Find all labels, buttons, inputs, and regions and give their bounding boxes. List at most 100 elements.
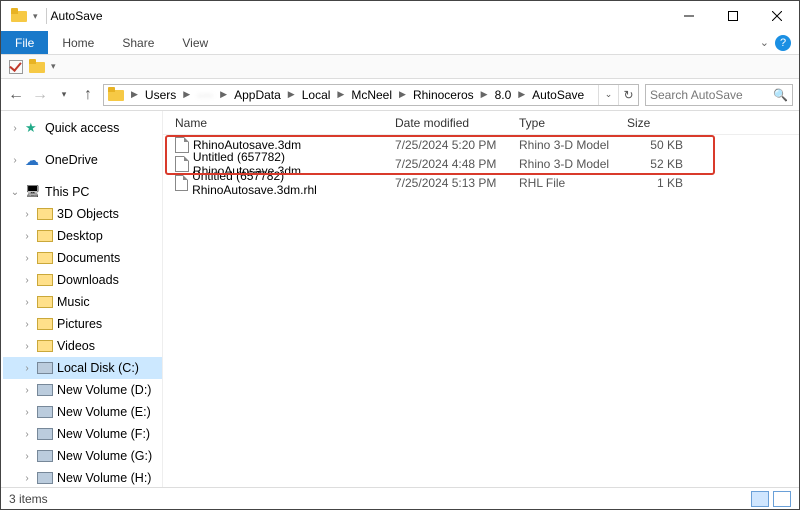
tree-item[interactable]: ›Music [3,291,162,313]
status-bar: 3 items [1,487,799,509]
chevron-right-icon[interactable]: ▶ [217,89,230,100]
file-type: Rhino 3-D Model [519,138,627,152]
tree-item[interactable]: ›3D Objects [3,203,162,225]
tree-item-local-disk[interactable]: ›Local Disk (C:) [3,357,162,379]
tree-item[interactable]: ›Downloads [3,269,162,291]
tree-label: Documents [57,251,120,265]
chevron-right-icon[interactable]: ▶ [285,89,298,100]
tree-item[interactable]: ›Documents [3,247,162,269]
file-name: Untitled (657782) RhinoAutosave.3dm.rhl [192,169,395,197]
tree-item[interactable]: ›New Volume (E:) [3,401,162,423]
tree-item[interactable]: ›New Volume (H:) [3,467,162,487]
tree-item[interactable]: ›New Volume (D:) [3,379,162,401]
folder-icon [37,316,53,332]
close-button[interactable] [755,2,799,30]
properties-checkbox-icon[interactable] [9,60,23,74]
tree-label: This PC [45,185,89,199]
folder-icon [37,206,53,222]
file-rows: RhinoAutosave.3dm 7/25/2024 5:20 PM Rhin… [163,135,799,192]
breadcrumb[interactable]: McNeel [347,88,396,102]
up-button[interactable]: ↑ [79,86,97,104]
file-list: Name Date modified Type Size RhinoAutosa… [163,111,799,487]
disk-icon [37,448,53,464]
file-icon [175,175,188,191]
new-folder-icon[interactable] [29,59,45,75]
breadcrumb[interactable]: Users [141,88,180,102]
tree-item[interactable]: ›Desktop [3,225,162,247]
file-size: 52 KB [627,157,683,171]
tree-this-pc[interactable]: ⌄This PC [3,181,162,203]
minimize-button[interactable] [667,2,711,30]
file-date: 7/25/2024 5:13 PM [395,176,519,190]
folder-icon [37,294,53,310]
chevron-right-icon[interactable]: ▶ [334,89,347,100]
chevron-right-icon[interactable]: ▶ [396,89,409,100]
back-button[interactable]: ← [7,86,25,104]
search-input[interactable]: Search AutoSave 🔍 [645,84,793,106]
search-icon: 🔍 [773,88,788,102]
tree-label: New Volume (E:) [57,405,151,419]
details-view-icon[interactable] [751,491,769,507]
breadcrumb[interactable]: AppData [230,88,285,102]
tree-label: Quick access [45,121,119,135]
breadcrumb[interactable]: Rhinoceros [409,88,478,102]
tree-label: Downloads [57,273,119,287]
item-count: 3 items [9,492,48,506]
tab-file[interactable]: File [1,31,48,54]
tree-item[interactable]: ›Videos [3,335,162,357]
tree-label: Music [57,295,90,309]
col-size[interactable]: Size [627,116,683,130]
tree-item[interactable]: ›New Volume (F:) [3,423,162,445]
disk-icon [37,426,53,442]
chevron-right-icon[interactable]: ▶ [478,89,491,100]
refresh-icon[interactable]: ↻ [618,85,638,105]
navigation-tree[interactable]: ›Quick access ›OneDrive ⌄This PC ›3D Obj… [1,111,163,487]
large-icons-view-icon[interactable] [773,491,791,507]
folder-icon [11,8,27,24]
tree-item[interactable]: ›Pictures [3,313,162,335]
folder-icon [37,250,53,266]
col-name[interactable]: Name [163,116,395,130]
tree-onedrive[interactable]: ›OneDrive [3,149,162,171]
forward-button[interactable]: → [31,86,49,104]
qat-dropdown-icon[interactable]: ▾ [51,61,56,72]
pc-icon [25,184,41,200]
tree-label: OneDrive [45,153,98,167]
file-date: 7/25/2024 5:20 PM [395,138,519,152]
file-size: 1 KB [627,176,683,190]
ribbon-tabs: File Home Share View ⌄ ? [1,31,799,55]
maximize-button[interactable] [711,2,755,30]
file-row[interactable]: Untitled (657782) RhinoAutosave.3dm.rhl … [163,173,799,192]
help-icon[interactable]: ? [775,35,791,51]
col-type[interactable]: Type [519,116,627,130]
tab-view[interactable]: View [168,31,222,54]
folder-icon [108,87,124,103]
breadcrumb[interactable]: 8.0 [491,88,516,102]
tree-label: New Volume (H:) [57,471,151,485]
tree-label: Pictures [57,317,102,331]
chevron-right-icon[interactable]: ▶ [180,89,193,100]
tab-home[interactable]: Home [48,31,108,54]
col-date[interactable]: Date modified [395,116,519,130]
recent-dropdown-icon[interactable]: ▾ [55,86,73,104]
tab-share[interactable]: Share [108,31,168,54]
address-dropdown-icon[interactable]: ⌄ [598,85,618,105]
address-bar[interactable]: ▶ Users▶ ····▶ AppData▶ Local▶ McNeel▶ R… [103,84,639,106]
disk-icon [37,360,53,376]
breadcrumb[interactable]: ···· [193,88,217,102]
ribbon-expand-icon[interactable]: ⌄ [760,36,769,49]
tree-item[interactable]: ›New Volume (G:) [3,445,162,467]
body: ›Quick access ›OneDrive ⌄This PC ›3D Obj… [1,111,799,487]
tree-label: Desktop [57,229,103,243]
tree-quick-access[interactable]: ›Quick access [3,117,162,139]
file-type: Rhino 3-D Model [519,157,627,171]
breadcrumb[interactable]: Local [298,88,335,102]
down-caret-icon[interactable]: ▾ [33,11,38,22]
column-headers[interactable]: Name Date modified Type Size [163,111,799,135]
chevron-right-icon[interactable]: ▶ [128,89,141,100]
chevron-right-icon[interactable]: ▶ [515,89,528,100]
tree-label: Local Disk (C:) [57,361,139,375]
file-icon [175,156,189,172]
tree-label: Videos [57,339,95,353]
breadcrumb[interactable]: AutoSave [528,88,588,102]
